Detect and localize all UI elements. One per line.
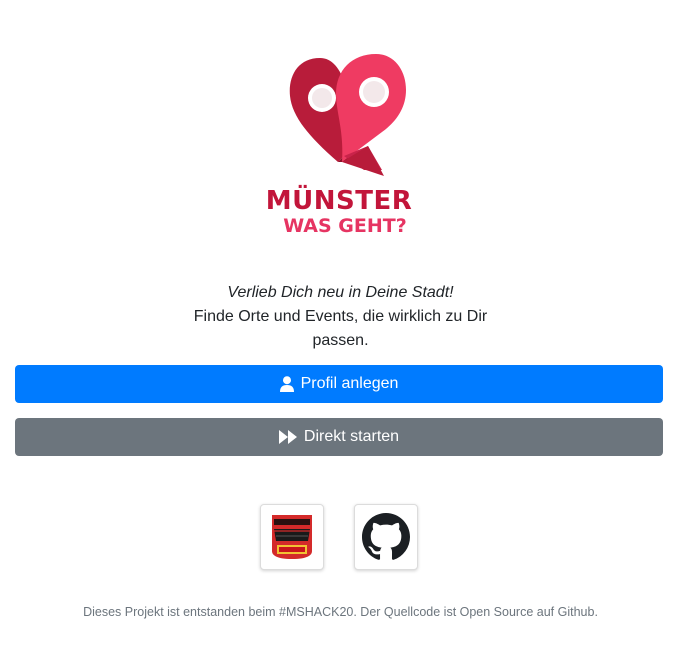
heart-pins-logo-icon bbox=[289, 54, 406, 176]
start-direct-button[interactable]: Direkt starten bbox=[15, 418, 663, 456]
mshack-link[interactable] bbox=[260, 504, 324, 570]
intro-text: Verlieb Dich neu in Deine Stadt! Finde O… bbox=[0, 281, 681, 353]
user-icon bbox=[279, 376, 294, 392]
create-profile-label: Profil anlegen bbox=[300, 375, 399, 392]
logo-subtitle: WAS GEHT? bbox=[283, 215, 407, 237]
logo-title: MÜNSTER bbox=[265, 186, 413, 216]
description: Finde Orte und Events, die wirklich zu D… bbox=[193, 308, 488, 349]
mshack-logo-icon bbox=[270, 513, 314, 561]
github-icon bbox=[362, 513, 410, 560]
create-profile-button[interactable]: Profil anlegen bbox=[15, 365, 663, 403]
start-direct-label: Direkt starten bbox=[303, 428, 400, 445]
app-logo: MÜNSTER WAS GEHT? bbox=[240, 18, 440, 240]
footer-text: Dieses Projekt ist entstanden beim #MSHA… bbox=[83, 605, 598, 619]
tagline: Verlieb Dich neu in Deine Stadt! bbox=[227, 284, 454, 301]
fast-forward-icon bbox=[278, 430, 297, 444]
landing-page: MÜNSTER WAS GEHT? Verlieb Dich neu in De… bbox=[0, 0, 681, 669]
github-link[interactable] bbox=[354, 504, 418, 570]
